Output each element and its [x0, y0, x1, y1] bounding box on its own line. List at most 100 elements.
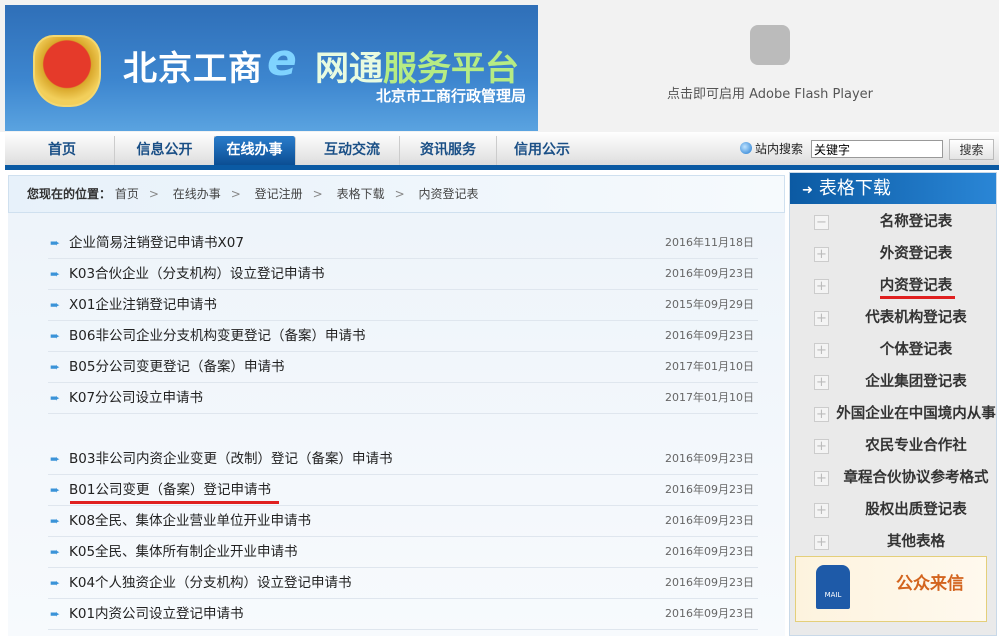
form-date: 2016年09月23日: [665, 599, 754, 629]
nav-interact[interactable]: 互动交流: [305, 136, 400, 165]
expand-icon[interactable]: +: [814, 407, 829, 422]
flash-placeholder[interactable]: 点击即可启用 Adobe Flash Player: [640, 25, 900, 115]
site-title: 北京工商: [123, 41, 263, 90]
breadcrumb-label: 您现在的位置：: [27, 187, 111, 201]
search-label: 站内搜索: [740, 140, 803, 157]
crumb-home[interactable]: 首页: [115, 187, 139, 201]
form-date: 2016年09月23日: [665, 321, 754, 351]
form-link[interactable]: K07分公司设立申请书: [69, 383, 203, 413]
nav-home[interactable]: 首页: [10, 136, 115, 165]
list-item[interactable]: ➨B06非公司企业分支机构变更登记（备案）申请书2016年09月23日: [48, 321, 758, 352]
expand-icon[interactable]: +: [814, 343, 829, 358]
sidebar-item[interactable]: + 外国企业在中国境内从事: [790, 398, 996, 430]
list-item[interactable]: ➨B05分公司变更登记（备案）申请书2017年01月10日: [48, 352, 758, 383]
sidebar-item[interactable]: + 其他表格: [790, 526, 996, 558]
arrow-right-icon: ➨: [50, 228, 60, 258]
sidebar-item-label: 企业集团登记表: [836, 366, 996, 398]
sidebar-item[interactable]: + 企业集团登记表: [790, 366, 996, 398]
expand-icon[interactable]: +: [814, 279, 829, 294]
search-button[interactable]: 搜索: [949, 139, 994, 160]
crumb-sep: >: [231, 187, 241, 201]
list-item[interactable]: ➨K04个人独资企业（分支机构）设立登记申请书2016年09月23日: [48, 568, 758, 599]
list-item[interactable]: ➨ K07分公司设立申请书 2017年01月10日: [48, 383, 758, 414]
nav-online[interactable]: 在线办事: [214, 136, 296, 165]
form-date: 2017年01月10日: [665, 383, 754, 413]
title-part3: 服务平台: [383, 49, 519, 89]
form-date: 2016年09月23日: [665, 259, 754, 289]
arrow-right-icon: ➨: [50, 290, 60, 320]
sidebar-item[interactable]: + 章程合伙协议参考格式: [790, 462, 996, 494]
form-link[interactable]: B05分公司变更登记（备案）申请书: [69, 352, 284, 382]
site-title-2: 网通服务平台: [315, 41, 519, 90]
list-item[interactable]: ➨X01企业注销登记申请书2015年09月29日: [48, 290, 758, 321]
sidebar-item[interactable]: +农民专业合作社: [790, 430, 996, 462]
form-link[interactable]: K01内资公司设立登记申请书: [69, 599, 244, 629]
site-subtitle: 北京市工商行政管理局: [376, 85, 526, 106]
highlight-underline: [880, 296, 955, 299]
nav-credit[interactable]: 信用公示: [497, 136, 587, 165]
sidebar-item[interactable]: −名称登记表: [790, 206, 996, 238]
search-label-text: 站内搜索: [755, 142, 803, 156]
emblem-logo: [33, 35, 101, 107]
crumb-register[interactable]: 登记注册: [255, 187, 303, 201]
expand-icon[interactable]: +: [814, 471, 829, 486]
search-input[interactable]: [811, 140, 943, 158]
nav-info[interactable]: 信息公开: [115, 136, 215, 165]
form-date: 2017年01月10日: [665, 352, 754, 382]
collapse-icon[interactable]: −: [814, 215, 829, 230]
sidebar-item-label: 个体登记表: [836, 334, 996, 366]
site-banner[interactable]: 北京工商 e 网通服务平台 北京市工商行政管理局: [5, 5, 538, 131]
sidebar-item-label: 外资登记表: [836, 238, 996, 270]
search-icon: [740, 142, 752, 154]
crumb-current[interactable]: 内资登记表: [418, 187, 478, 201]
arrow-right-icon: ➨: [50, 383, 60, 413]
sidebar-item[interactable]: + 外资登记表: [790, 238, 996, 270]
arrow-right-icon: ➨: [50, 475, 60, 505]
nav-news[interactable]: 资讯服务: [400, 136, 497, 165]
form-date: 2016年09月23日: [665, 537, 754, 567]
form-date: 2016年09月23日: [665, 475, 754, 505]
list-item[interactable]: ➨K01内资公司设立登记申请书2016年09月23日: [48, 599, 758, 630]
form-link[interactable]: B03非公司内资企业变更（改制）登记（备案）申请书: [69, 444, 392, 474]
sidebar-item-label: 其他表格: [836, 526, 996, 558]
sidebar-item-label: 股权出质登记表: [836, 494, 996, 526]
sidebar: ➜表格下载 −名称登记表+外资登记表+内资登记表+代表机构登记表+个体登记表+企…: [789, 172, 997, 636]
sidebar-item-label: 名称登记表: [836, 206, 996, 238]
expand-icon[interactable]: +: [814, 439, 829, 454]
form-link[interactable]: B06非公司企业分支机构变更登记（备案）申请书: [69, 321, 365, 351]
list-item[interactable]: ➨K03合伙企业（分支机构）设立登记申请书2016年09月23日: [48, 259, 758, 290]
expand-icon[interactable]: +: [814, 535, 829, 550]
list-item[interactable]: ➨B03非公司内资企业变更（改制）登记（备案）申请书2016年09月23日: [48, 444, 758, 475]
sidebar-item-label: 代表机构登记表: [836, 302, 996, 334]
mailbox-icon: MAIL: [816, 565, 850, 609]
form-date: 2016年09月23日: [665, 444, 754, 474]
e-logo-icon: e: [267, 35, 297, 86]
expand-icon[interactable]: +: [814, 247, 829, 262]
crumb-forms[interactable]: 表格下载: [337, 187, 385, 201]
list-item[interactable]: ➨K05全民、集体所有制企业开业申请书2016年09月23日: [48, 537, 758, 568]
mail-label: 公众来信: [896, 569, 964, 594]
sidebar-item[interactable]: + 代表机构登记表: [790, 302, 996, 334]
expand-icon[interactable]: +: [814, 375, 829, 390]
crumb-sep: >: [313, 187, 323, 201]
form-date: 2016年09月23日: [665, 568, 754, 598]
sidebar-item[interactable]: + 个体登记表: [790, 334, 996, 366]
expand-icon[interactable]: +: [814, 311, 829, 326]
sidebar-title: 表格下载: [819, 178, 891, 199]
form-link[interactable]: 企业简易注销登记申请书X07: [69, 228, 244, 258]
form-link[interactable]: K05全民、集体所有制企业开业申请书: [69, 537, 298, 567]
form-link[interactable]: K04个人独资企业（分支机构）设立登记申请书: [69, 568, 352, 598]
crumb-online[interactable]: 在线办事: [173, 187, 221, 201]
sidebar-item-label: 章程合伙协议参考格式: [836, 462, 996, 494]
form-link[interactable]: K08全民、集体企业营业单位开业申请书: [69, 506, 311, 536]
form-link[interactable]: K03合伙企业（分支机构）设立登记申请书: [69, 259, 325, 289]
arrow-right-icon: ➨: [50, 506, 60, 536]
expand-icon[interactable]: +: [814, 503, 829, 518]
form-link[interactable]: X01企业注销登记申请书: [69, 290, 217, 320]
public-letter-banner[interactable]: MAIL 公众来信: [795, 556, 987, 622]
arrow-in-icon: ➜: [802, 183, 813, 198]
sidebar-item-label: 外国企业在中国境内从事: [836, 398, 996, 430]
list-item[interactable]: ➨K08全民、集体企业营业单位开业申请书2016年09月23日: [48, 506, 758, 537]
sidebar-item[interactable]: + 股权出质登记表: [790, 494, 996, 526]
list-item[interactable]: ➨企业简易注销登记申请书X072016年11月18日: [48, 228, 758, 259]
